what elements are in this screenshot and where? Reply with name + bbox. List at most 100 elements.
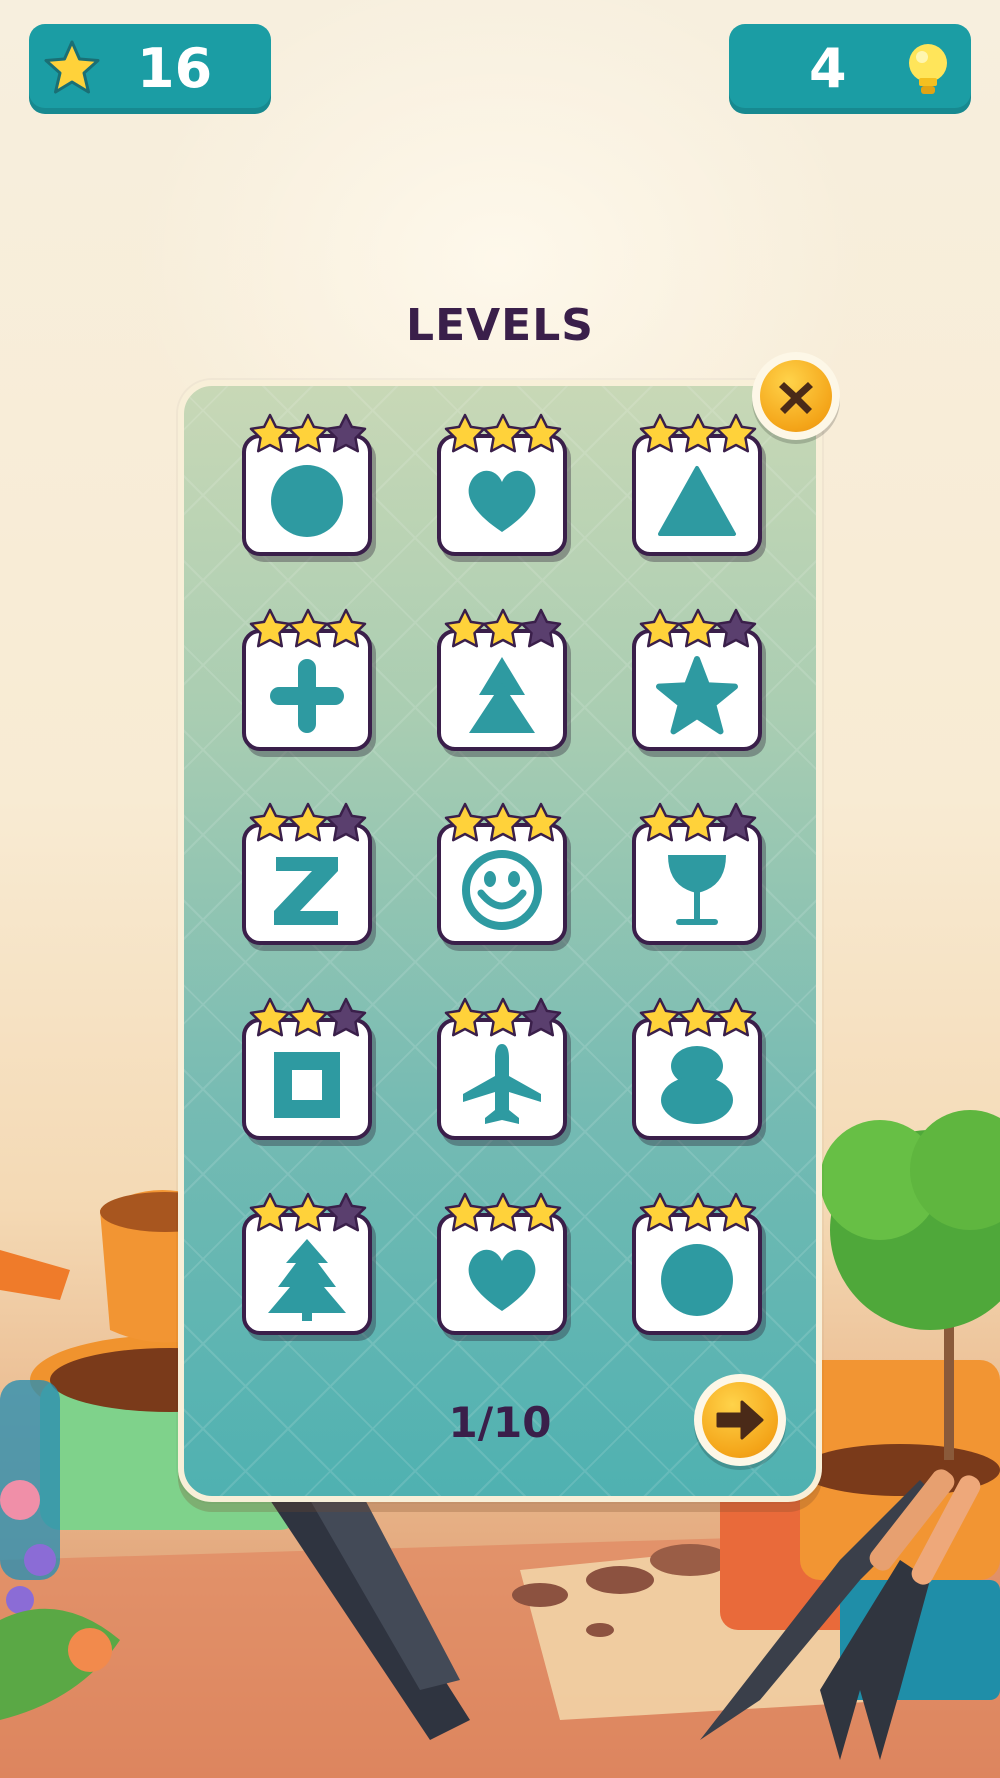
star-filled-icon — [520, 1192, 562, 1232]
star-empty-icon — [325, 802, 367, 842]
star-filled-icon — [287, 608, 329, 648]
level-stars — [639, 608, 757, 648]
level-button-14[interactable] — [437, 1191, 573, 1341]
pine-tree-icon — [268, 1239, 346, 1321]
star-filled-icon — [639, 802, 681, 842]
level-stars — [249, 997, 367, 1037]
hints-counter[interactable]: 4 — [729, 24, 971, 114]
star-filled-icon — [249, 1192, 291, 1232]
star-icon — [44, 40, 100, 94]
star-filled-icon — [482, 997, 524, 1037]
level-stars — [444, 413, 562, 453]
star-empty-icon — [715, 802, 757, 842]
level-button-1[interactable] — [242, 412, 378, 562]
level-button-15[interactable] — [632, 1191, 768, 1341]
star-filled-icon — [287, 1192, 329, 1232]
level-button-8[interactable] — [437, 801, 573, 951]
level-button-10[interactable] — [242, 996, 378, 1146]
star-filled-icon — [325, 608, 367, 648]
star-filled-icon — [677, 608, 719, 648]
circle-icon — [661, 1244, 733, 1316]
close-icon — [779, 382, 813, 414]
star-filled-icon — [444, 608, 486, 648]
square-outline-icon — [274, 1052, 340, 1118]
triangle-icon — [658, 466, 736, 536]
level-stars — [444, 997, 562, 1037]
level-stars — [639, 997, 757, 1037]
level-button-6[interactable] — [632, 607, 768, 757]
heart-icon — [468, 1249, 536, 1311]
star-filled-icon — [482, 608, 524, 648]
page-indicator: 1/10 — [448, 1398, 552, 1447]
star-filled-icon — [520, 413, 562, 453]
hints-count: 4 — [809, 37, 847, 100]
arrow-right-icon — [716, 1400, 764, 1440]
star-filled-icon — [249, 997, 291, 1037]
level-stars — [249, 608, 367, 648]
level-stars — [444, 608, 562, 648]
star-empty-icon — [325, 413, 367, 453]
eight-icon — [661, 1046, 733, 1124]
star-filled-icon — [444, 1192, 486, 1232]
star-filled-icon — [639, 608, 681, 648]
star-filled-icon — [677, 413, 719, 453]
level-button-13[interactable] — [242, 1191, 378, 1341]
star-filled-icon — [482, 413, 524, 453]
star-filled-icon — [639, 997, 681, 1037]
star-filled-icon — [249, 413, 291, 453]
star-filled-icon — [639, 1192, 681, 1232]
next-page-button[interactable] — [694, 1374, 786, 1466]
airplane-icon — [463, 1044, 541, 1124]
star-filled-icon — [715, 413, 757, 453]
star-filled-icon — [287, 413, 329, 453]
star-filled-icon — [482, 802, 524, 842]
smiley-icon — [462, 850, 542, 930]
star-filled-icon — [482, 1192, 524, 1232]
star-empty-icon — [325, 997, 367, 1037]
star-filled-icon — [715, 997, 757, 1037]
tree-triangles-icon — [469, 657, 535, 733]
star-filled-icon — [639, 413, 681, 453]
star-filled-icon — [444, 802, 486, 842]
star-empty-icon — [325, 1192, 367, 1232]
level-button-5[interactable] — [437, 607, 573, 757]
heart-icon — [468, 470, 536, 532]
star-filled-icon — [677, 997, 719, 1037]
star-filled-icon — [287, 997, 329, 1037]
level-button-3[interactable] — [632, 412, 768, 562]
circle-icon — [271, 465, 343, 537]
star-filled-icon — [715, 1192, 757, 1232]
plus-icon — [270, 659, 344, 733]
stars-counter: 16 — [29, 24, 271, 114]
star-filled-icon — [287, 802, 329, 842]
level-stars — [639, 413, 757, 453]
level-button-7[interactable] — [242, 801, 378, 951]
level-stars — [444, 1192, 562, 1232]
star-icon — [656, 656, 738, 735]
star-empty-icon — [520, 608, 562, 648]
lightbulb-icon — [909, 44, 947, 94]
level-stars — [639, 802, 757, 842]
star-filled-icon — [520, 802, 562, 842]
level-button-2[interactable] — [437, 412, 573, 562]
stars-count: 16 — [137, 37, 213, 100]
letter-z-icon — [274, 857, 338, 925]
level-stars — [249, 413, 367, 453]
level-stars — [639, 1192, 757, 1232]
glass-icon — [668, 855, 726, 925]
level-stars — [249, 1192, 367, 1232]
level-button-9[interactable] — [632, 801, 768, 951]
level-button-11[interactable] — [437, 996, 573, 1146]
page-title: LEVELS — [406, 300, 594, 351]
level-stars — [249, 802, 367, 842]
star-filled-icon — [444, 413, 486, 453]
level-button-12[interactable] — [632, 996, 768, 1146]
star-filled-icon — [444, 997, 486, 1037]
level-stars — [444, 802, 562, 842]
level-button-4[interactable] — [242, 607, 378, 757]
star-empty-icon — [715, 608, 757, 648]
star-filled-icon — [677, 1192, 719, 1232]
star-filled-icon — [249, 802, 291, 842]
star-filled-icon — [677, 802, 719, 842]
star-empty-icon — [520, 997, 562, 1037]
